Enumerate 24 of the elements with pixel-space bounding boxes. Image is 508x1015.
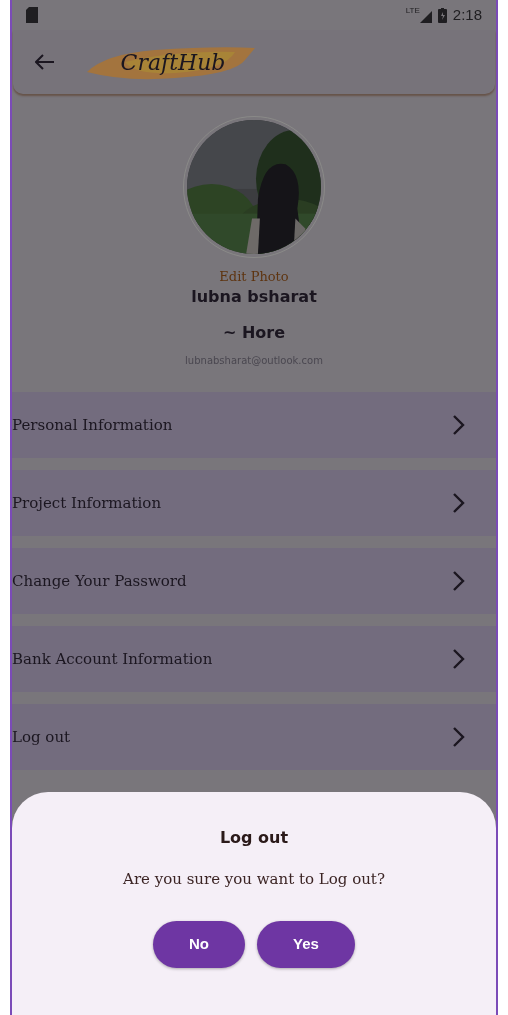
network-type: LTE [405, 7, 420, 15]
menu-item[interactable]: Personal Information [12, 392, 496, 458]
dialog-button[interactable]: No [153, 920, 245, 968]
dialog-message: Are you sure you want to Log out? [123, 869, 385, 890]
app-logo: CraftHub [120, 48, 226, 77]
menu-item[interactable]: Project Information [12, 470, 496, 536]
menu-item[interactable]: Bank Account Information [12, 626, 496, 692]
chevron-right-icon [452, 726, 466, 748]
profile-role: ~ Hore [222, 322, 286, 344]
menu-item[interactable]: Change Your Password [12, 548, 496, 614]
signal-icon [419, 11, 432, 23]
chevron-right-icon [452, 648, 466, 670]
profile-name: lubna bsharat [191, 286, 317, 308]
sd-card-icon [26, 7, 38, 23]
battery-icon [437, 7, 447, 23]
chevron-right-icon [452, 414, 466, 436]
dialog-button[interactable]: Yes [257, 920, 355, 968]
back-arrow-icon[interactable] [35, 54, 55, 70]
clock: 2:18 [452, 4, 482, 25]
edit-photo-link[interactable]: Edit Photo [219, 268, 289, 286]
dialog-title: Log out [219, 827, 289, 849]
menu-item[interactable]: Log out [12, 704, 496, 770]
chevron-right-icon [452, 492, 466, 514]
chevron-right-icon [452, 570, 466, 592]
